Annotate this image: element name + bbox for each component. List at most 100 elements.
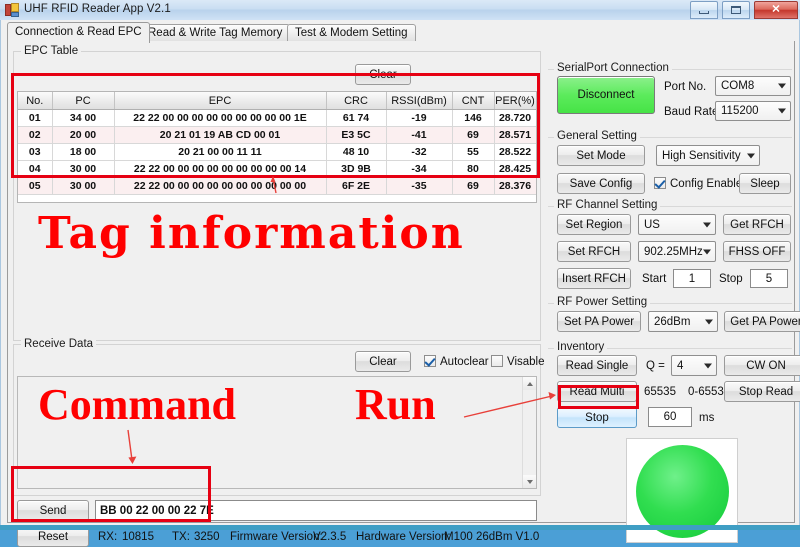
- serialport-caption: SerialPort Connection: [554, 62, 672, 74]
- chevron-down-icon: [778, 83, 786, 89]
- epc-clear-button[interactable]: Clear: [355, 64, 411, 85]
- read-single-button[interactable]: Read Single: [557, 355, 637, 376]
- col-pc: PC: [52, 92, 115, 110]
- cell-cnt: 80: [452, 160, 495, 178]
- cell-rssi: -34: [386, 160, 453, 178]
- fhss-toggle-button[interactable]: FHSS OFF: [723, 241, 791, 262]
- start-input[interactable]: 1: [673, 269, 711, 288]
- client-area: Connection & Read EPC Read & Write Tag M…: [0, 20, 800, 547]
- mode-select[interactable]: High Sensitivity: [656, 145, 760, 166]
- cell-no: 02: [18, 126, 53, 144]
- autoclear-checkbox[interactable]: Autoclear: [424, 355, 489, 369]
- chevron-down-icon: [705, 319, 713, 324]
- cell-rssi: -41: [386, 126, 453, 144]
- annotation-run: Run: [355, 380, 436, 429]
- close-icon: ✕: [771, 3, 781, 16]
- col-epc: EPC: [114, 92, 327, 110]
- table-row[interactable]: 02 20 00 20 21 01 19 AB CD 00 01 E3 5C -…: [18, 126, 536, 144]
- general-setting-caption: General Setting: [554, 130, 640, 142]
- col-cnt: CNT: [452, 92, 495, 110]
- stop-button[interactable]: Stop: [557, 407, 637, 428]
- cell-rssi: -35: [386, 177, 453, 195]
- stop-channel-label: Stop: [719, 273, 743, 285]
- minimize-button[interactable]: [689, 1, 718, 19]
- q-label: Q =: [646, 360, 665, 372]
- cell-crc: E3 5C: [326, 126, 387, 144]
- cell-pc: 30 00: [52, 160, 115, 178]
- table-row[interactable]: 04 30 00 22 22 00 00 00 00 00 00 00 00 0…: [18, 160, 536, 178]
- cell-no: 04: [18, 160, 53, 178]
- config-enable-checkbox[interactable]: Config Enable: [654, 177, 742, 191]
- q-select[interactable]: 4: [671, 355, 717, 376]
- insert-rfch-button[interactable]: Insert RFCH: [557, 268, 631, 289]
- epc-table-grid: No. PC EPC CRC RSSI(dBm) CNT PER(%) 01 3…: [18, 92, 536, 195]
- cell-crc: 3D 9B: [326, 160, 387, 178]
- cell-epc: 22 22 00 00 00 00 00 00 00 00 00 14: [114, 160, 327, 178]
- set-mode-button[interactable]: Set Mode: [557, 145, 645, 166]
- rx-label: RX:: [98, 531, 118, 543]
- table-row[interactable]: 05 30 00 22 22 00 00 00 00 00 00 00 00 0…: [18, 177, 536, 195]
- maximize-button[interactable]: [721, 1, 750, 19]
- read-multi-button[interactable]: Read Multi: [557, 381, 637, 402]
- baud-rate-value: 115200: [721, 105, 759, 117]
- receive-clear-button[interactable]: Clear: [355, 351, 411, 372]
- pa-power-select[interactable]: 26dBm: [648, 311, 718, 332]
- col-crc: CRC: [326, 92, 387, 110]
- cell-crc: 48 10: [326, 143, 387, 161]
- baud-rate-select[interactable]: 115200: [715, 101, 791, 121]
- annotation-command: Command: [38, 380, 237, 429]
- cell-crc: 6F 2E: [326, 177, 387, 195]
- mode-value: High Sensitivity: [662, 149, 741, 162]
- sleep-button[interactable]: Sleep: [739, 173, 791, 194]
- set-pa-power-button[interactable]: Set PA Power: [557, 311, 641, 332]
- frequency-select[interactable]: 902.25MHz: [638, 241, 716, 262]
- q-value: 4: [677, 359, 684, 372]
- port-no-select[interactable]: COM8: [715, 76, 791, 96]
- get-rfch-button[interactable]: Get RFCH: [723, 214, 791, 235]
- receive-data-scrollbar[interactable]: [522, 377, 536, 488]
- application-window: UHF RFID Reader App V2.1 ✕ Connection & …: [0, 0, 800, 547]
- cell-cnt: 69: [452, 177, 495, 195]
- port-no-value: COM8: [721, 80, 755, 92]
- tab-connection-read-epc[interactable]: Connection & Read EPC: [7, 22, 150, 43]
- cell-rssi: -32: [386, 143, 453, 161]
- cell-pc: 18 00: [52, 143, 115, 161]
- title-bar: UHF RFID Reader App V2.1 ✕: [0, 0, 800, 21]
- tx-value: 3250: [194, 531, 220, 543]
- table-row[interactable]: 03 18 00 20 21 00 00 11 11 48 10 -32 55 …: [18, 143, 536, 161]
- start-value: 1: [688, 272, 696, 285]
- scroll-down-icon[interactable]: [523, 475, 536, 488]
- visable-checkbox[interactable]: Visable: [491, 355, 545, 369]
- stop-channel-input[interactable]: 5: [750, 269, 788, 288]
- rf-power-caption: RF Power Setting: [554, 296, 651, 308]
- rf-channel-caption: RF Channel Setting: [554, 199, 661, 211]
- desktop-strip: [0, 525, 800, 530]
- window-title: UHF RFID Reader App V2.1: [24, 3, 171, 15]
- disconnect-button[interactable]: Disconnect: [557, 76, 655, 114]
- command-input[interactable]: BB 00 22 00 00 22 7E: [95, 500, 537, 521]
- interval-input[interactable]: 60: [648, 407, 692, 427]
- cw-on-button[interactable]: CW ON: [724, 355, 800, 376]
- baud-rate-label: Baud Rate: [664, 106, 719, 118]
- set-rfch-button[interactable]: Set RFCH: [557, 241, 631, 262]
- epc-table[interactable]: No. PC EPC CRC RSSI(dBm) CNT PER(%) 01 3…: [17, 91, 537, 203]
- cell-cnt: 69: [452, 126, 495, 144]
- region-select[interactable]: US: [638, 214, 716, 235]
- tab-strip: Connection & Read EPC Read & Write Tag M…: [7, 22, 795, 43]
- set-region-button[interactable]: Set Region: [557, 214, 631, 235]
- get-pa-power-button[interactable]: Get PA Power: [724, 311, 800, 332]
- chevron-down-icon: [747, 153, 755, 158]
- annotation-tag-information: Tag information: [38, 208, 465, 259]
- scroll-up-icon[interactable]: [523, 377, 536, 390]
- chevron-down-icon: [778, 108, 786, 114]
- save-config-button[interactable]: Save Config: [557, 173, 645, 194]
- send-button[interactable]: Send: [17, 500, 89, 521]
- table-row[interactable]: 01 34 00 22 22 00 00 00 00 00 00 00 00 0…: [18, 109, 536, 127]
- epc-table-header-row: No. PC EPC CRC RSSI(dBm) CNT PER(%): [18, 92, 536, 110]
- cell-crc: 61 74: [326, 109, 387, 127]
- stop-read-button[interactable]: Stop Read: [724, 381, 800, 402]
- close-button[interactable]: ✕: [754, 1, 798, 19]
- tab-page-connection-read-epc: EPC Table Clear No. PC EPC CRC RSSI(dBm): [7, 41, 800, 547]
- cell-epc: 20 21 01 19 AB CD 00 01: [114, 126, 327, 144]
- cell-no: 03: [18, 143, 53, 161]
